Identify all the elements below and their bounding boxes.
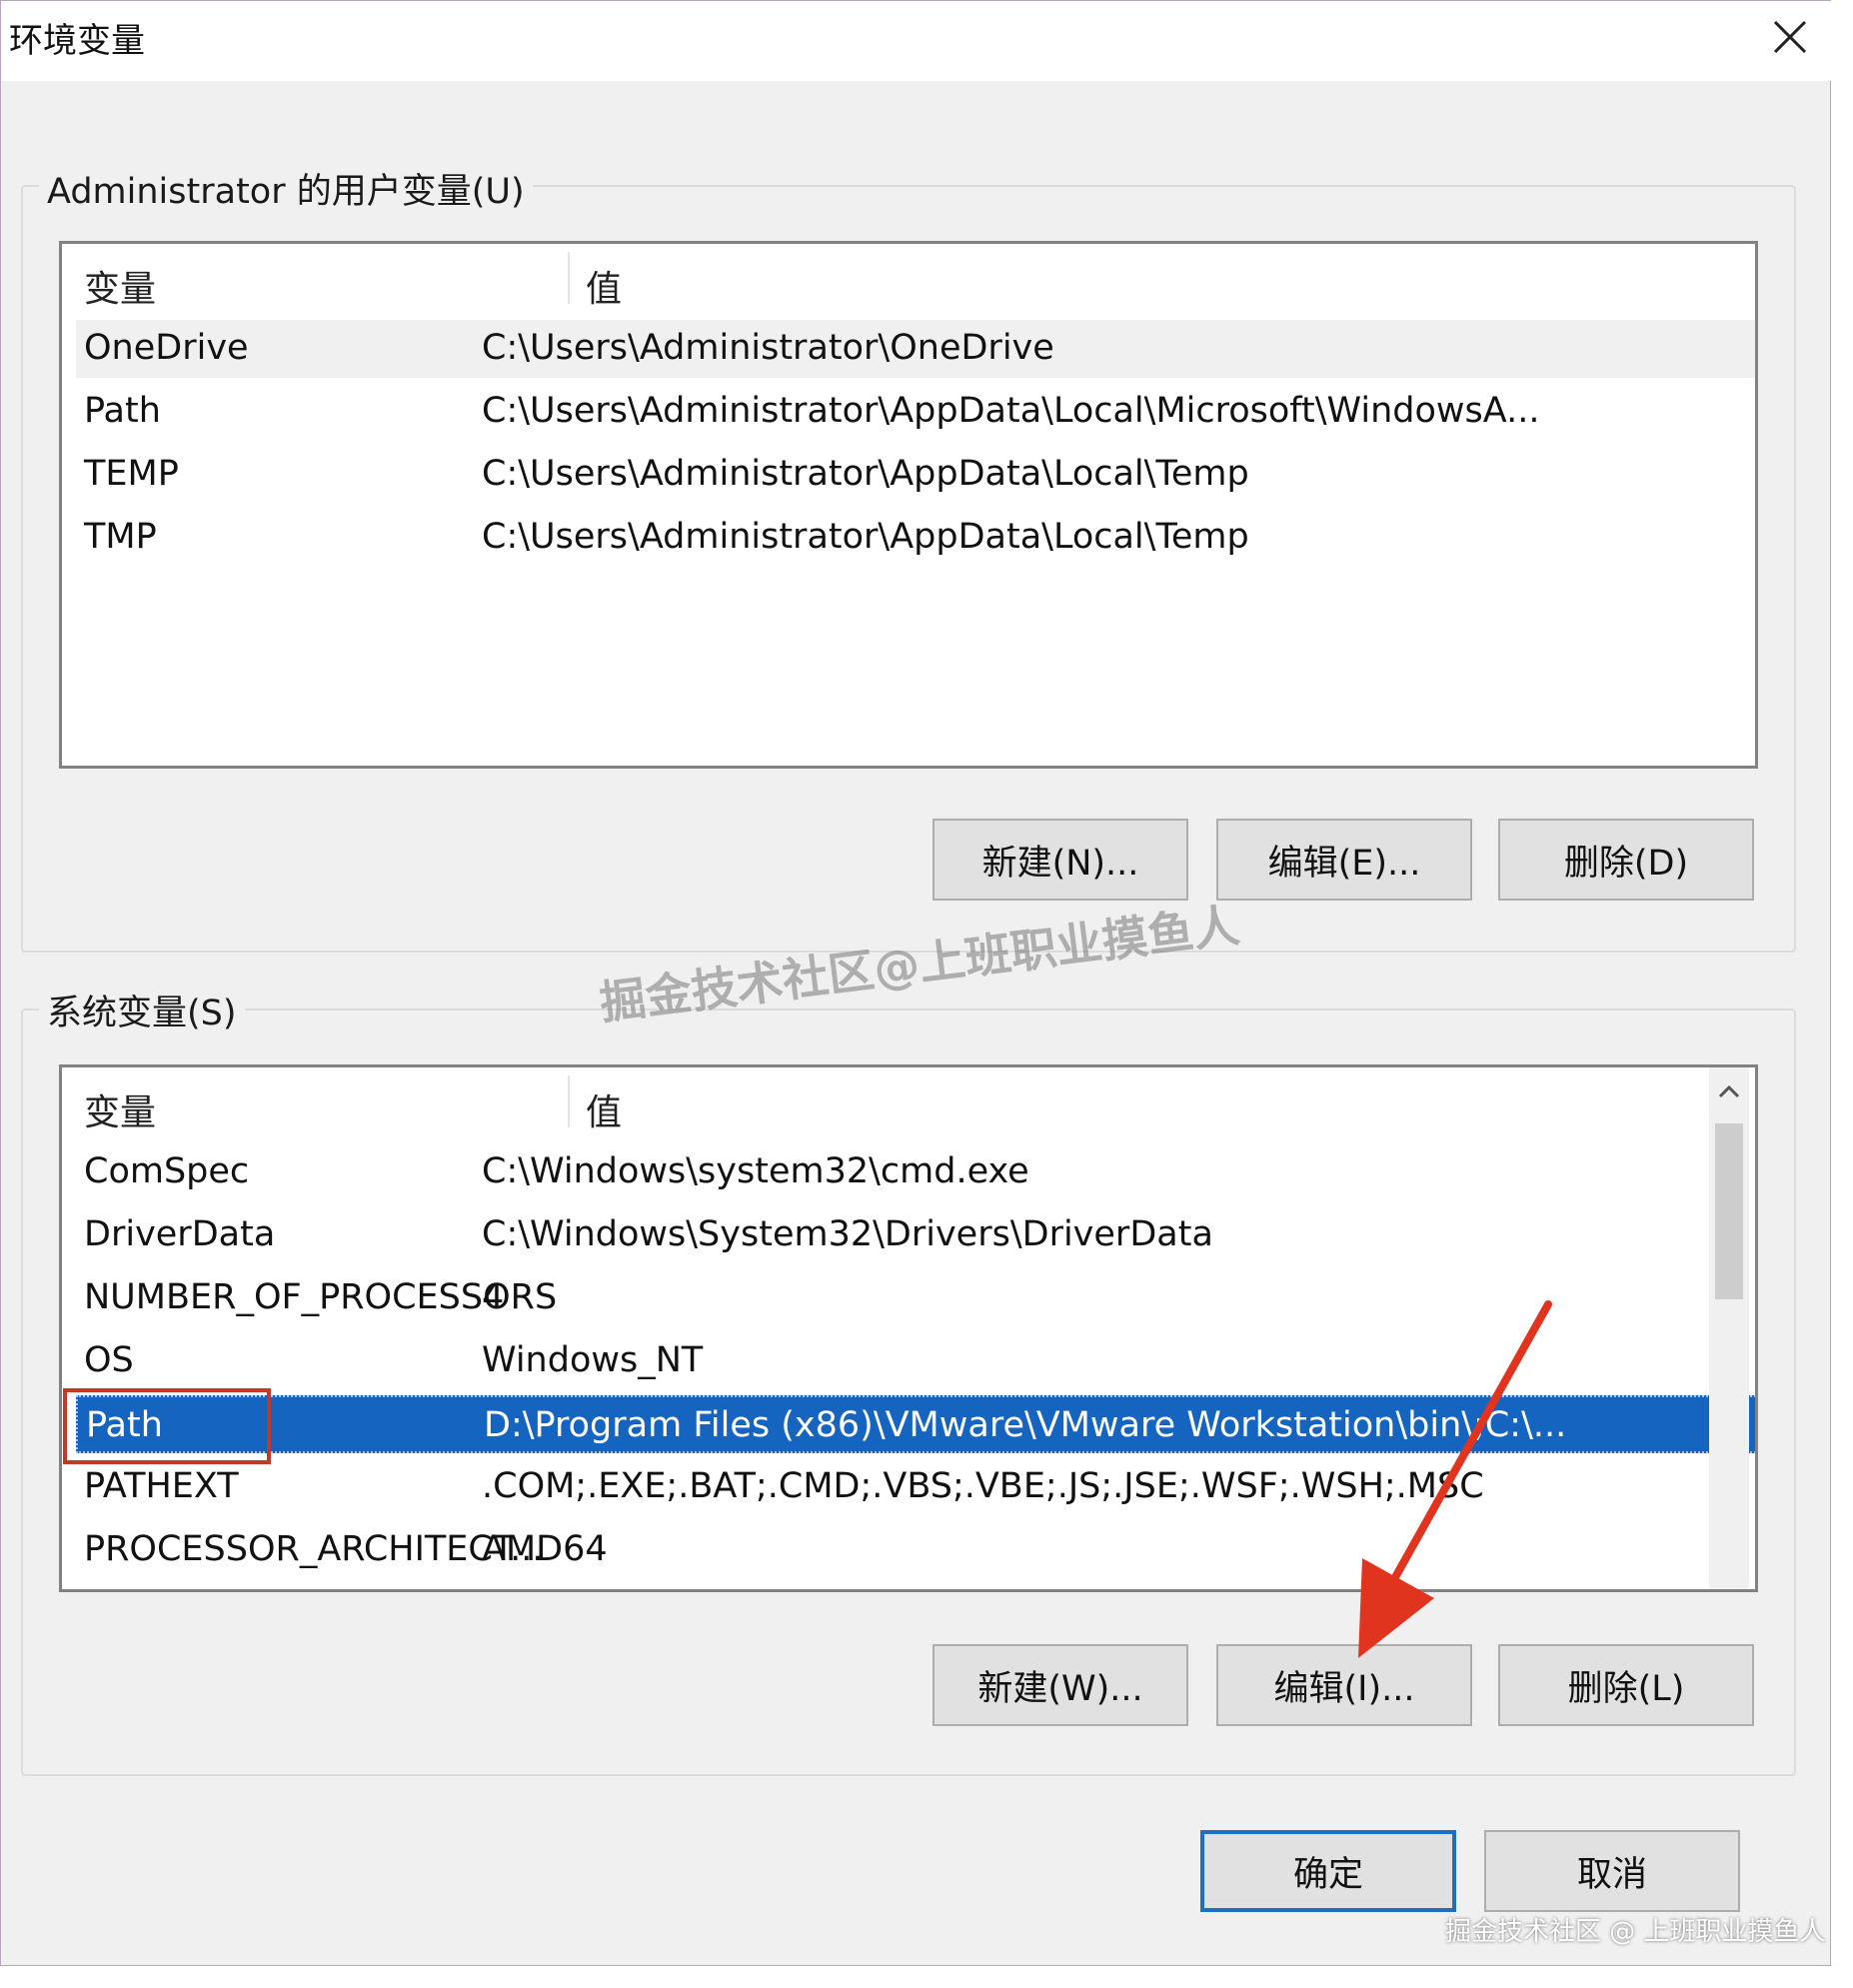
list-item[interactable]: OneDrive C:\Users\Administrator\OneDrive <box>76 320 1755 378</box>
ok-button[interactable]: 确定 <box>1200 1830 1456 1912</box>
close-icon <box>1773 20 1807 54</box>
system-variables-label: 系统变量(S) <box>39 985 245 1035</box>
column-header-value[interactable]: 值 <box>586 1083 622 1135</box>
user-edit-button[interactable]: 编辑(E)... <box>1216 819 1472 901</box>
variable-name: PATHEXT <box>84 1466 239 1506</box>
variable-value: C:\Windows\System32\Drivers\DriverData <box>482 1214 1213 1254</box>
annotation-arrow-icon <box>1358 1300 1552 1658</box>
variable-value: C:\Users\Administrator\AppData\Local\Tem… <box>482 454 1249 494</box>
cancel-button[interactable]: 取消 <box>1484 1830 1740 1912</box>
variable-name: OneDrive <box>84 328 249 368</box>
user-variables-list[interactable]: 变量 值 OneDrive C:\Users\Administrator\One… <box>59 241 1758 769</box>
close-button[interactable] <box>1760 7 1820 67</box>
user-variables-label: Administrator 的用户变量(U) <box>39 163 533 214</box>
scroll-up-arrow-icon[interactable] <box>1717 1083 1741 1103</box>
variable-name: Path <box>84 391 161 431</box>
variable-name: PROCESSOR_ARCHITECT... <box>84 1529 544 1569</box>
dialog-title: 环境变量 <box>9 21 145 61</box>
column-header-value[interactable]: 值 <box>586 260 622 312</box>
variable-value: Windows_NT <box>482 1340 704 1380</box>
variable-value: C:\Users\Administrator\AppData\Local\Tem… <box>482 517 1249 557</box>
column-header-variable[interactable]: 变量 <box>84 1083 156 1135</box>
variable-name: ComSpec <box>84 1151 250 1191</box>
variable-value: C:\Users\Administrator\OneDrive <box>482 328 1054 368</box>
variable-name: DriverData <box>84 1214 276 1254</box>
column-header-variable[interactable]: 变量 <box>84 260 156 312</box>
list-item[interactable]: TMP C:\Users\Administrator\AppData\Local… <box>76 509 1755 567</box>
variable-name: OS <box>84 1340 134 1380</box>
system-new-button[interactable]: 新建(W)... <box>932 1644 1188 1726</box>
list-item[interactable]: DriverData C:\Windows\System32\Drivers\D… <box>76 1206 1755 1264</box>
list-item[interactable]: Path C:\Users\Administrator\AppData\Loca… <box>76 383 1755 441</box>
scrollbar-thumb[interactable] <box>1715 1123 1743 1299</box>
user-delete-button[interactable]: 删除(D) <box>1498 819 1754 901</box>
variable-value: C:\Windows\system32\cmd.exe <box>482 1151 1029 1191</box>
title-bar: 环境变量 <box>1 1 1832 81</box>
variable-value: 4 <box>482 1277 505 1317</box>
user-new-button[interactable]: 新建(N)... <box>932 819 1188 901</box>
variable-value: AMD64 <box>482 1529 608 1569</box>
variable-name: TMP <box>84 517 157 557</box>
list-item[interactable]: TEMP C:\Users\Administrator\AppData\Loca… <box>76 446 1755 504</box>
variable-name: TEMP <box>84 454 179 494</box>
list-item[interactable]: ComSpec C:\Windows\system32\cmd.exe <box>76 1143 1755 1201</box>
vertical-scrollbar[interactable] <box>1709 1067 1749 1589</box>
highlight-box <box>63 1388 271 1464</box>
column-divider[interactable] <box>568 252 570 304</box>
variable-value: C:\Users\Administrator\AppData\Local\Mic… <box>482 391 1540 431</box>
corner-watermark: 掘金技术社区 @ 上班职业摸鱼人 <box>1445 1917 1826 1947</box>
column-divider[interactable] <box>568 1075 570 1127</box>
